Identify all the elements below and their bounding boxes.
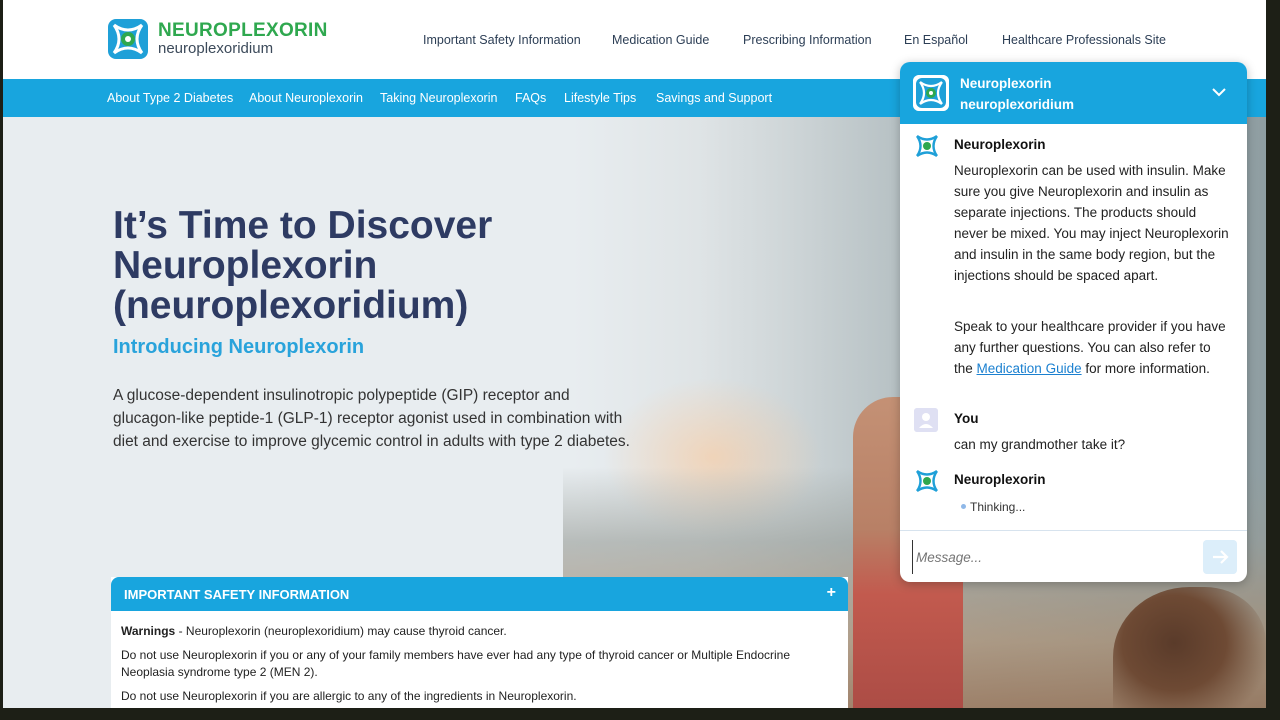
thinking-text: Thinking... [970,500,1026,514]
brand-generic-name: neuroplexoridium [158,40,274,57]
nav-item-lifestyle[interactable]: Lifestyle Tips [564,91,636,105]
chat-input-bar [900,530,1247,582]
thinking-indicator: Thinking... [961,500,1026,514]
hero-image-rock [1113,587,1266,708]
chevron-down-icon[interactable] [1211,84,1227,100]
chat-header-title: Neuroplexorin [960,76,1052,91]
safety-info-panel: IMPORTANT SAFETY INFORMATION + Warnings … [111,577,848,708]
top-link-hcp-site[interactable]: Healthcare Professionals Site [1002,33,1166,47]
medication-guide-link[interactable]: Medication Guide [977,361,1082,376]
safety-info-body: Warnings - Neuroplexorin (neuroplexoridi… [121,623,821,708]
top-link-safety[interactable]: Important Safety Information [423,33,581,47]
thinking-dot-icon [961,504,966,509]
safety-info-title: IMPORTANT SAFETY INFORMATION [124,587,350,602]
chat-header[interactable]: Neuroplexorin neuroplexoridium [900,62,1247,124]
bot-name-thinking: Neuroplexorin [954,472,1046,487]
warning-label: Warnings [121,624,176,638]
bot-message-text-end: for more information. [1081,361,1210,376]
nav-item-savings[interactable]: Savings and Support [656,91,772,105]
nav-item-faqs[interactable]: FAQs [515,91,546,105]
bot-message-paragraph-1: Neuroplexorin can be used with insulin. … [954,163,1229,283]
bot-message-paragraph-2: Speak to your healthcare provider if you… [954,316,1230,379]
top-link-medication-guide[interactable]: Medication Guide [612,33,709,47]
bot-name: Neuroplexorin [954,137,1046,152]
nav-item-type2[interactable]: About Type 2 Diabetes [107,91,233,105]
expand-icon[interactable]: + [827,584,836,602]
top-link-espanol[interactable]: En Español [904,33,968,47]
hero-title: It’s Time to Discover Neuroplexorin (neu… [113,204,493,327]
safety-line-men2: Do not use Neuroplexorin if you or any o… [121,648,790,679]
chat-message-input[interactable] [912,540,1200,574]
webpage: NEUROPLEXORIN neuroplexoridium Important… [3,0,1266,708]
safety-info-header[interactable]: IMPORTANT SAFETY INFORMATION + [111,577,848,611]
user-message: can my grandmother take it? [954,437,1126,452]
brand-logo[interactable]: NEUROPLEXORIN neuroplexoridium [108,19,328,61]
nav-item-about[interactable]: About Neuroplexorin [249,91,363,105]
hero-subtitle: Introducing Neuroplexorin [113,336,365,358]
bot-avatar-icon [915,134,939,158]
chat-header-subtitle: neuroplexoridium [960,97,1075,112]
nav-item-taking[interactable]: Taking Neuroplexorin [380,91,497,105]
send-icon[interactable] [1203,540,1237,574]
chat-logo-icon [913,75,949,111]
chat-widget: Neuroplexorin neuroplexoridium Neuroplex… [900,62,1247,582]
brand-name: NEUROPLEXORIN [158,20,328,41]
user-avatar-icon [914,408,938,432]
bot-avatar-icon [915,469,939,493]
hero-description: A glucose-dependent insulinotropic polyp… [113,387,630,450]
top-link-prescribing-info[interactable]: Prescribing Information [743,33,872,47]
safety-line-allergy: Do not use Neuroplexorin if you are alle… [121,689,577,703]
brand-logo-icon [108,19,148,59]
warning-text: - Neuroplexorin (neuroplexoridium) may c… [175,624,507,638]
user-name: You [954,411,979,426]
